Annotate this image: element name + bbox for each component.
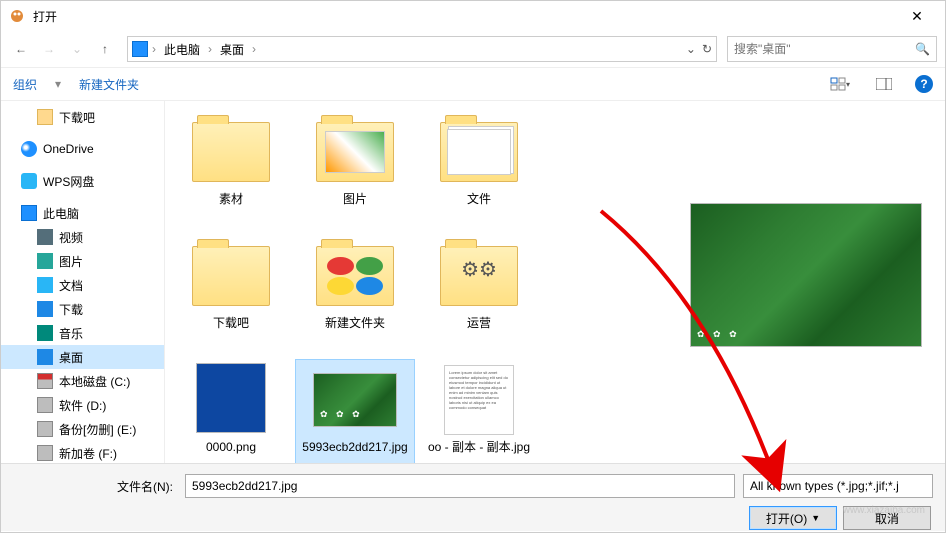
sidebar-item-label: 软件 (D:) [59, 397, 106, 414]
sidebar: 下载吧 OneDrive WPS网盘此电脑视频图片文档下载音乐桌面本地磁盘 (C:)… [1, 101, 165, 463]
sidebar-item-8[interactable]: 音乐 [1, 321, 164, 345]
search-icon[interactable]: 🔍 [915, 42, 930, 56]
sidebar-item-label: 新加卷 (F:) [59, 445, 117, 462]
file-item-0[interactable]: 素材 [171, 111, 291, 231]
sidebar-item-label: 本地磁盘 (C:) [59, 373, 130, 390]
cancel-button[interactable]: 取消 [843, 506, 931, 530]
refresh-icon[interactable]: ↻ [702, 42, 712, 56]
sidebar-item-label: 视频 [59, 229, 83, 246]
sidebar-item-label: 下载吧 [59, 109, 95, 126]
view-mode-button[interactable]: ▾ [827, 73, 853, 95]
sidebar-item-label: 此电脑 [43, 205, 79, 222]
video-icon [37, 229, 53, 245]
close-button[interactable]: ✕ [897, 8, 937, 25]
organize-menu[interactable]: 组织 [13, 76, 37, 93]
disk-icon [37, 445, 53, 461]
sidebar-item-5[interactable]: 图片 [1, 249, 164, 273]
sidebar-item-0[interactable]: 下载吧 [1, 105, 164, 129]
file-label: 图片 [343, 192, 367, 206]
file-label: 新建文件夹 [325, 316, 385, 330]
file-thumb: ⚙⚙ [436, 240, 522, 312]
app-icon [9, 8, 25, 24]
sidebar-item-label: 音乐 [59, 325, 83, 342]
doc-icon [37, 277, 53, 293]
file-thumb [436, 116, 522, 188]
file-thumb [312, 116, 398, 188]
sidebar-item-4[interactable]: 视频 [1, 225, 164, 249]
file-thumb [188, 364, 274, 436]
file-label: 素材 [219, 192, 243, 206]
sidebar-item-label: 下载 [59, 301, 83, 318]
wps-icon [21, 173, 37, 189]
pc-icon [21, 205, 37, 221]
onedrive-icon [21, 141, 37, 157]
nav-recent-dropdown[interactable]: ⌄ [65, 37, 89, 61]
filename-label: 文件名(N): [13, 478, 177, 495]
crumb-root[interactable]: 此电脑 [160, 39, 204, 60]
dl-icon [37, 301, 53, 317]
sidebar-item-label: 备份[勿删] (E:) [59, 421, 136, 438]
disk-warn-icon [37, 373, 53, 389]
nav-back[interactable]: ← [9, 37, 33, 61]
sidebar-item-label: 桌面 [59, 349, 83, 366]
sidebar-item-12[interactable]: 备份[勿删] (E:) [1, 417, 164, 441]
file-type-filter[interactable]: All known types (*.jpg;*.jif;*.j [743, 474, 933, 498]
filename-input[interactable] [185, 474, 735, 498]
sidebar-item-6[interactable]: 文档 [1, 273, 164, 297]
crumb-dropdown-icon[interactable]: ⌄ [686, 42, 696, 56]
file-thumb [188, 240, 274, 312]
preview-pane [667, 101, 945, 463]
nav-up[interactable]: ↑ [93, 37, 117, 61]
disk-icon [37, 397, 53, 413]
disk-icon [37, 421, 53, 437]
file-label: oo - 副本 - 副本.jpg [428, 440, 530, 454]
open-button[interactable]: 打开(O)▼ [749, 506, 837, 530]
preview-image [690, 203, 922, 347]
sidebar-item-13[interactable]: 新加卷 (F:) [1, 441, 164, 463]
file-label: 运营 [467, 316, 491, 330]
file-item-8[interactable]: Lorem ipsum dolor sit amet consectetur a… [419, 359, 539, 463]
sidebar-item-3[interactable]: 此电脑 [1, 201, 164, 225]
folder-icon [37, 109, 53, 125]
search-input[interactable] [734, 42, 915, 56]
file-thumb [188, 116, 274, 188]
nav-forward: → [37, 37, 61, 61]
file-item-5[interactable]: ⚙⚙ 运营 [419, 235, 539, 355]
crumb-current[interactable]: 桌面 [216, 39, 248, 60]
sidebar-item-label: WPS网盘 [43, 173, 94, 190]
sidebar-item-label: OneDrive [43, 142, 94, 156]
sidebar-item-1[interactable]: OneDrive [1, 137, 164, 161]
file-item-2[interactable]: 文件 [419, 111, 539, 231]
sidebar-item-label: 文档 [59, 277, 83, 294]
file-item-3[interactable]: 下载吧 [171, 235, 291, 355]
pc-icon [132, 41, 148, 57]
file-label: 5993ecb2dd217.jpg [302, 440, 407, 454]
file-thumb: Lorem ipsum dolor sit amet consectetur a… [436, 364, 522, 436]
file-label: 下载吧 [213, 316, 249, 330]
file-item-7[interactable]: 5993ecb2dd217.jpg [295, 359, 415, 463]
sidebar-item-10[interactable]: 本地磁盘 (C:) [1, 369, 164, 393]
file-label: 0000.png [206, 440, 256, 454]
file-list[interactable]: 素材 图片 文件下载吧 新建文件夹 ⚙⚙ 运营 0000.png 5993ecb2dd217.… [165, 101, 667, 463]
file-item-4[interactable]: 新建文件夹 [295, 235, 415, 355]
desk-icon [37, 349, 53, 365]
music-icon [37, 325, 53, 341]
new-folder-button[interactable]: 新建文件夹 [79, 76, 139, 93]
file-item-1[interactable]: 图片 [295, 111, 415, 231]
file-thumb [312, 240, 398, 312]
search-box[interactable]: 🔍 [727, 36, 937, 62]
sidebar-item-2[interactable]: WPS网盘 [1, 169, 164, 193]
window-title: 打开 [33, 8, 897, 25]
help-icon[interactable]: ? [915, 75, 933, 93]
file-label: 文件 [467, 192, 491, 206]
preview-pane-button[interactable] [871, 73, 897, 95]
file-item-6[interactable]: 0000.png [171, 359, 291, 463]
breadcrumb[interactable]: › 此电脑 › 桌面 › ⌄↻ [127, 36, 717, 62]
sidebar-item-7[interactable]: 下载 [1, 297, 164, 321]
file-thumb [312, 364, 398, 436]
sidebar-item-label: 图片 [59, 253, 83, 270]
sidebar-item-11[interactable]: 软件 (D:) [1, 393, 164, 417]
sidebar-item-9[interactable]: 桌面 [1, 345, 164, 369]
pic-icon [37, 253, 53, 269]
